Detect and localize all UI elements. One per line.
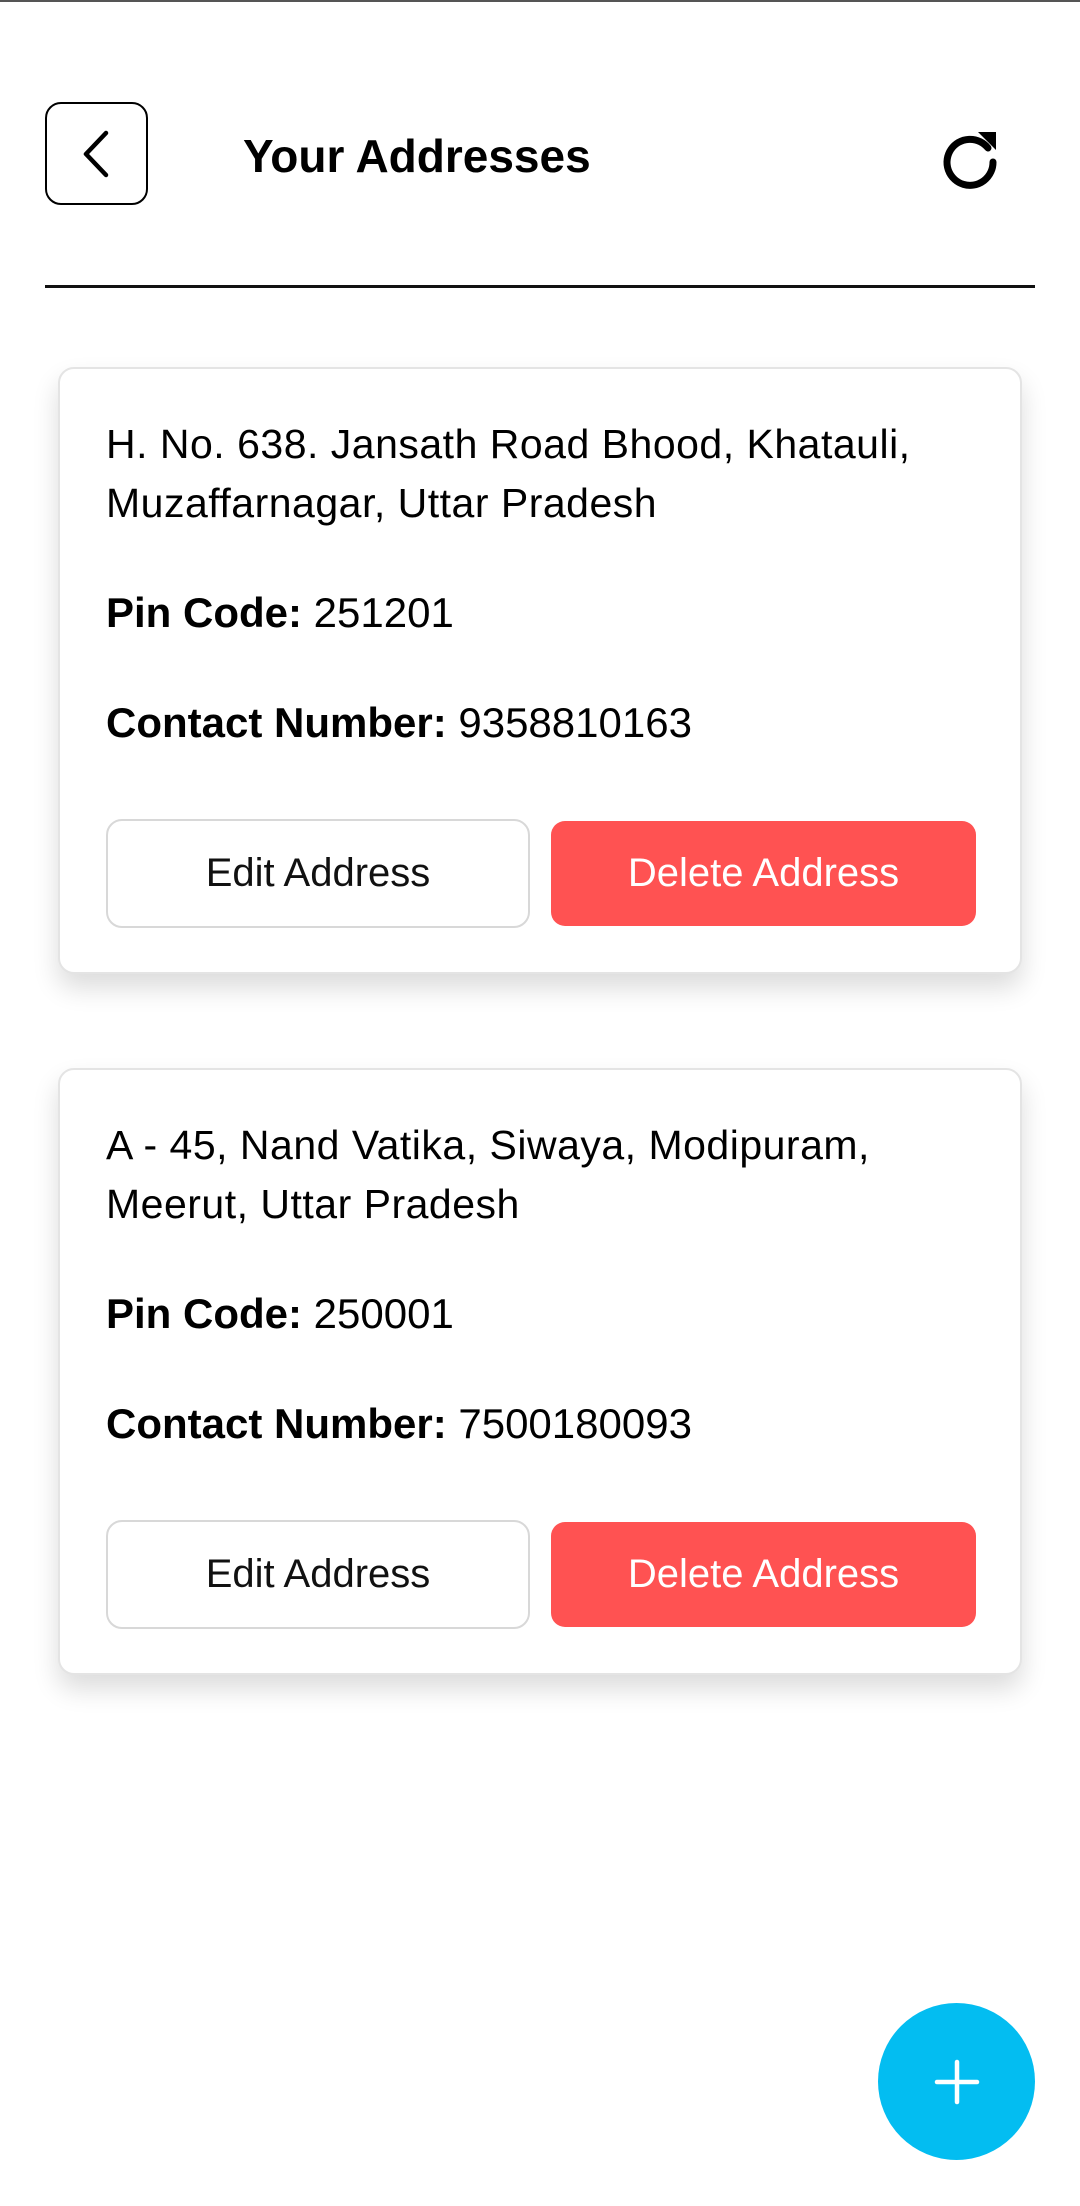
pin-code-label: Pin Code: bbox=[106, 589, 302, 636]
pin-code-value: 250001 bbox=[313, 1290, 454, 1337]
delete-address-button[interactable]: Delete Address bbox=[551, 821, 976, 926]
address-card: A - 45, Nand Vatika, Siwaya, Modipuram, … bbox=[58, 1068, 1022, 1675]
addresses-screen: Your Addresses H. No. 638. Jansath Road … bbox=[0, 0, 1080, 2206]
edit-address-button[interactable]: Edit Address bbox=[106, 819, 530, 928]
contact-number-value: 7500180093 bbox=[458, 1400, 692, 1447]
header-divider bbox=[45, 285, 1035, 288]
back-button[interactable] bbox=[45, 102, 148, 205]
contact-number-label: Contact Number: bbox=[106, 1400, 447, 1447]
header: Your Addresses bbox=[0, 0, 1080, 290]
contact-number-row: Contact Number: 9358810163 bbox=[106, 695, 692, 751]
address-text: A - 45, Nand Vatika, Siwaya, Modipuram, … bbox=[106, 1122, 870, 1227]
refresh-button[interactable] bbox=[930, 118, 1010, 198]
contact-number-label: Contact Number: bbox=[106, 699, 447, 746]
pin-code-label: Pin Code: bbox=[106, 1290, 302, 1337]
pin-code-row: Pin Code: 251201 bbox=[106, 585, 454, 641]
address-text: H. No. 638. Jansath Road Bhood, Khatauli… bbox=[106, 421, 911, 526]
chevron-left-icon bbox=[83, 130, 108, 177]
refresh-icon bbox=[943, 132, 997, 189]
add-address-button[interactable] bbox=[878, 2003, 1035, 2160]
plus-icon bbox=[934, 2059, 979, 2104]
edit-address-button[interactable]: Edit Address bbox=[106, 1520, 530, 1629]
page-title: Your Addresses bbox=[243, 130, 591, 182]
contact-number-value: 9358810163 bbox=[458, 699, 692, 746]
pin-code-value: 251201 bbox=[313, 589, 454, 636]
contact-number-row: Contact Number: 7500180093 bbox=[106, 1396, 692, 1452]
delete-address-button[interactable]: Delete Address bbox=[551, 1522, 976, 1627]
pin-code-row: Pin Code: 250001 bbox=[106, 1286, 454, 1342]
address-card: H. No. 638. Jansath Road Bhood, Khatauli… bbox=[58, 367, 1022, 974]
